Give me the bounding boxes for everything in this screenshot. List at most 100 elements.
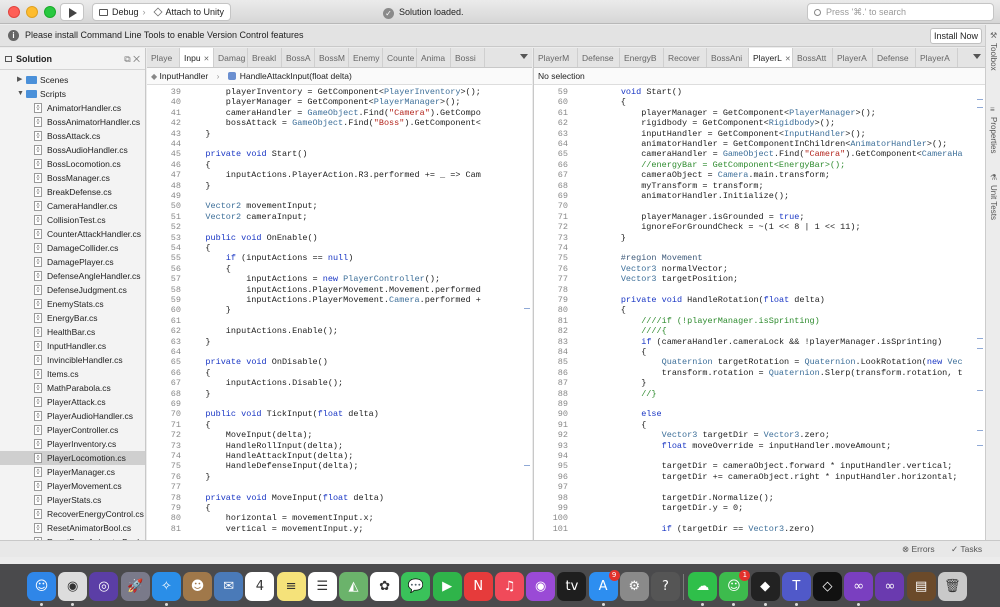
siri-icon[interactable]: ◎ bbox=[89, 572, 119, 601]
code-line[interactable]: cameraHandler = GameObject.Find("Camera"… bbox=[185, 108, 481, 118]
close-tab-icon[interactable]: ✕ bbox=[785, 56, 791, 63]
tree-file[interactable]: {} HealthBar.cs bbox=[0, 325, 145, 339]
tree-file[interactable]: {} DamageCollider.cs bbox=[0, 241, 145, 255]
editor-tab[interactable]: Enemy bbox=[349, 48, 383, 67]
code-line[interactable]: } bbox=[580, 233, 626, 243]
install-now-button[interactable]: Install Now bbox=[930, 28, 982, 44]
properties-pad-tab[interactable]: Properties bbox=[989, 117, 998, 153]
tree-file[interactable]: {} BossManager.cs bbox=[0, 171, 145, 185]
editor-tab[interactable]: BossAni bbox=[707, 48, 749, 67]
code-line[interactable]: inputActions.PlayerMovement.Camera.perfo… bbox=[185, 295, 481, 305]
toolbox-pad-tab[interactable]: Toolbox bbox=[989, 43, 998, 71]
tree-file[interactable]: {} InputHandler.cs bbox=[0, 339, 145, 353]
tree-file[interactable]: {} PlayerMovement.cs bbox=[0, 479, 145, 493]
facetime-icon[interactable]: ▶ bbox=[432, 572, 462, 601]
code-line[interactable]: { bbox=[185, 368, 210, 378]
code-line[interactable]: if (targetDir == Vector3.zero) bbox=[580, 524, 815, 534]
code-line[interactable]: rigidbody = GetComponent<Rigidbody>(); bbox=[580, 118, 835, 128]
code-line[interactable]: { bbox=[185, 160, 210, 170]
code-line[interactable]: HandleAttackInput(delta); bbox=[185, 451, 354, 461]
tree-file[interactable]: {} InvincibleHandler.cs bbox=[0, 353, 145, 367]
code-line[interactable]: } bbox=[185, 389, 210, 399]
cloud-icon[interactable]: ☁ bbox=[688, 572, 718, 601]
teams-icon[interactable]: T bbox=[781, 572, 811, 601]
breadcrumb-member[interactable]: HandleAttackInput(float delta) bbox=[240, 71, 352, 81]
code-line[interactable]: HandleDefenseInput(delta); bbox=[185, 461, 359, 471]
run-button[interactable] bbox=[60, 3, 84, 21]
code-line[interactable]: Quaternion targetRotation = Quaternion.L… bbox=[580, 357, 963, 367]
code-line[interactable]: HandleRollInput(delta); bbox=[185, 441, 343, 451]
tree-file[interactable]: {} PlayerManager.cs bbox=[0, 465, 145, 479]
editor-tab[interactable]: Damag bbox=[214, 48, 248, 67]
tree-file[interactable]: {} BossAnimatorHandler.cs bbox=[0, 115, 145, 129]
code-line[interactable]: { bbox=[580, 347, 646, 357]
tree-file[interactable]: {} AnimatorHandler.cs bbox=[0, 101, 145, 115]
code-line[interactable]: void Start() bbox=[580, 87, 682, 97]
tree-folder[interactable]: ▼ Scripts bbox=[0, 87, 145, 101]
finder-icon[interactable]: ☺ bbox=[27, 572, 56, 601]
tree-file[interactable]: {} DamagePlayer.cs bbox=[0, 255, 145, 269]
close-tab-icon[interactable]: ✕ bbox=[204, 56, 210, 63]
tree-file[interactable]: {} BossAttack.cs bbox=[0, 129, 145, 143]
code-line[interactable]: inputActions.Enable(); bbox=[185, 326, 338, 336]
code-line[interactable]: private void OnDisable() bbox=[185, 357, 327, 367]
trash-icon[interactable]: 🗑 bbox=[937, 572, 967, 601]
music-icon[interactable]: ♫ bbox=[495, 572, 524, 601]
code-line[interactable]: { bbox=[185, 243, 210, 253]
editor-tab[interactable]: Recover bbox=[664, 48, 707, 67]
tv-icon[interactable]: tv bbox=[557, 572, 587, 601]
contacts-icon[interactable]: ☻ bbox=[183, 572, 212, 601]
tree-file[interactable]: {} BossAudioHandler.cs bbox=[0, 143, 145, 157]
code-line[interactable]: inputHandler = GetComponent<InputHandler… bbox=[580, 129, 865, 139]
code-line[interactable]: //} bbox=[580, 389, 656, 399]
code-line[interactable]: } bbox=[185, 181, 210, 191]
help-icon[interactable]: ? bbox=[651, 572, 680, 601]
unity-icon[interactable]: ◆ bbox=[750, 572, 780, 601]
tree-file[interactable]: {} DefenseJudgment.cs bbox=[0, 283, 145, 297]
tree-file[interactable]: {} ResetAnimatorBool.cs bbox=[0, 521, 145, 535]
code-line[interactable]: private void Start() bbox=[185, 149, 307, 159]
notes-icon[interactable]: ≡ bbox=[276, 572, 306, 601]
tree-file[interactable]: {} PlayerInventory.cs bbox=[0, 437, 145, 451]
safari-icon[interactable]: ✧ bbox=[151, 572, 181, 601]
tree-file[interactable]: {} PlayerController.cs bbox=[0, 423, 145, 437]
code-line[interactable]: private void MoveInput(float delta) bbox=[185, 493, 384, 503]
tree-file[interactable]: {} Items.cs bbox=[0, 367, 145, 381]
code-line[interactable]: { bbox=[580, 97, 626, 107]
search-field[interactable]: Press '⌘.' to search bbox=[807, 3, 994, 21]
code-line[interactable]: playerManager.isGrounded = true; bbox=[580, 212, 804, 222]
tree-file[interactable]: {} RecoverEnergyControl.cs bbox=[0, 507, 145, 521]
editor-tab[interactable]: BossAtt bbox=[793, 48, 833, 67]
code-line[interactable]: inputActions = new PlayerController(); bbox=[185, 274, 440, 284]
code-line[interactable]: myTransform = transform; bbox=[580, 181, 763, 191]
code-line[interactable]: if (cameraHandler.cameraLock && !playerM… bbox=[580, 337, 942, 347]
code-line[interactable]: animatorHandler = GetComponentInChildren… bbox=[580, 139, 947, 149]
code-line[interactable]: { bbox=[185, 264, 231, 274]
tab-overflow-dropdown-icon[interactable] bbox=[973, 54, 981, 59]
code-line[interactable]: } bbox=[580, 378, 646, 388]
tree-file[interactable]: {} PlayerStats.cs bbox=[0, 493, 145, 507]
code-line[interactable]: horizontal = movementInput.x; bbox=[185, 513, 374, 523]
news-icon[interactable]: N bbox=[463, 572, 493, 601]
tree-file[interactable]: {} DefenseAngleHandler.cs bbox=[0, 269, 145, 283]
launchpad-icon[interactable]: 🚀 bbox=[120, 572, 150, 601]
code-line[interactable]: } bbox=[185, 305, 231, 315]
code-line[interactable]: vertical = movementInput.y; bbox=[185, 524, 364, 534]
appstore-icon[interactable]: A9 bbox=[588, 570, 620, 601]
code-line[interactable]: Vector3 targetPosition; bbox=[580, 274, 738, 284]
editor-tab[interactable]: Counte bbox=[383, 48, 417, 67]
code-line[interactable]: { bbox=[185, 420, 210, 430]
code-line[interactable]: float moveOverride = inputHandler.moveAm… bbox=[580, 441, 892, 451]
code-line[interactable]: animatorHandler.Initialize(); bbox=[580, 191, 789, 201]
tree-file[interactable]: {} EnergyBar.cs bbox=[0, 311, 145, 325]
code-line[interactable]: playerInventory = GetComponent<PlayerInv… bbox=[185, 87, 481, 97]
editor-tab[interactable]: Playe bbox=[147, 48, 180, 67]
tree-file[interactable]: {} EnemyStats.cs bbox=[0, 297, 145, 311]
editor-tab[interactable]: EnergyB bbox=[620, 48, 664, 67]
chevron-down-icon[interactable]: ▼ bbox=[17, 87, 24, 101]
code-line[interactable]: targetDir += cameraObject.right * inputH… bbox=[580, 472, 958, 482]
zoom-window-button[interactable] bbox=[44, 6, 56, 18]
code-line[interactable]: { bbox=[185, 503, 210, 513]
chevron-right-icon[interactable]: ▶ bbox=[17, 73, 22, 87]
tree-folder[interactable]: ▶ Scenes bbox=[0, 73, 145, 87]
